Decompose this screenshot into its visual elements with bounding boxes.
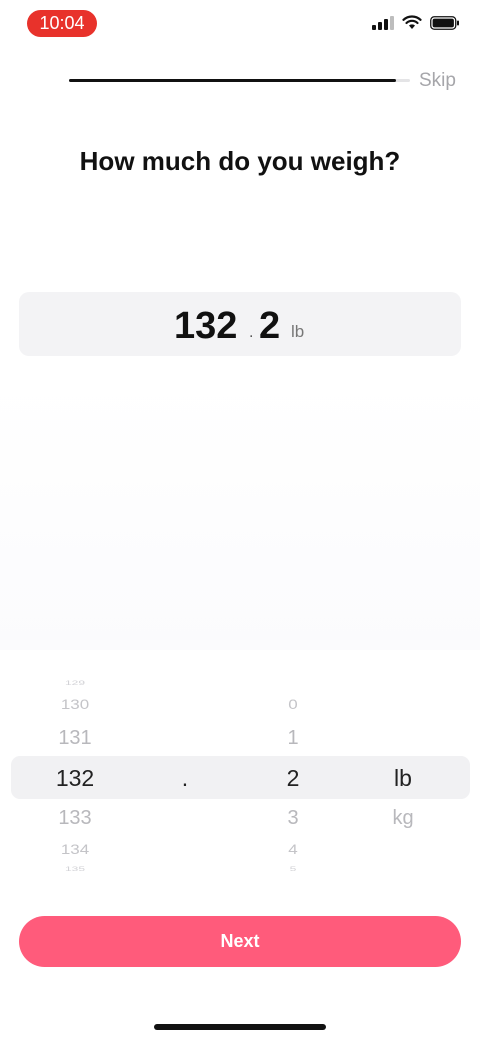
wifi-icon bbox=[402, 15, 422, 30]
home-indicator bbox=[154, 1024, 326, 1030]
weight-value-display[interactable]: 132 . 2 lb bbox=[19, 292, 461, 356]
picker-option[interactable]: 5 bbox=[243, 866, 343, 873]
weight-decimal-point: . bbox=[249, 324, 254, 341]
weight-unit-label: lb bbox=[291, 322, 305, 341]
picker-option[interactable]: 130 bbox=[25, 697, 125, 713]
picker-option[interactable]: 4 bbox=[243, 842, 343, 858]
battery-icon bbox=[430, 15, 460, 30]
picker-option[interactable]: 3 bbox=[243, 807, 343, 830]
onboarding-progress-bar bbox=[69, 79, 410, 82]
skip-button[interactable]: Skip bbox=[419, 70, 456, 92]
status-time: 10:04 bbox=[27, 10, 97, 37]
page-title: How much do you weigh? bbox=[79, 146, 401, 176]
picker-column-separator: . bbox=[160, 670, 210, 880]
weight-whole-value: 132 bbox=[174, 305, 238, 347]
picker-option[interactable]: 1 bbox=[243, 727, 343, 750]
status-bar: 10:04 bbox=[0, 0, 480, 48]
weight-fraction-value: 2 bbox=[259, 305, 281, 347]
next-button[interactable]: Next bbox=[19, 916, 461, 967]
picker-column-whole[interactable]: 129 130 131 132 133 134 135 bbox=[25, 670, 125, 880]
picker-option[interactable]: 129 bbox=[25, 680, 125, 687]
onboarding-progress-fill bbox=[69, 79, 397, 82]
picker-option[interactable]: 135 bbox=[25, 866, 125, 873]
picker-column-unit[interactable]: lb kg bbox=[353, 670, 453, 880]
picker-option-selected[interactable]: 132 bbox=[25, 765, 125, 792]
picker-option[interactable]: 0 bbox=[243, 697, 343, 713]
picker-decimal-point: . bbox=[181, 765, 189, 791]
picker-backdrop bbox=[0, 380, 480, 650]
weight-picker[interactable]: 129 130 131 132 133 134 135 . 0 1 2 3 4 … bbox=[0, 670, 480, 880]
picker-column-fraction[interactable]: 0 1 2 3 4 5 bbox=[243, 670, 343, 880]
picker-option[interactable]: 134 bbox=[25, 842, 125, 858]
picker-option-selected[interactable]: lb bbox=[353, 765, 453, 792]
picker-option[interactable]: 133 bbox=[25, 807, 125, 830]
status-icons bbox=[372, 15, 460, 30]
cellular-signal-icon bbox=[372, 15, 394, 30]
picker-option[interactable]: kg bbox=[353, 807, 453, 830]
picker-option-selected[interactable]: 2 bbox=[243, 765, 343, 792]
picker-option[interactable]: 131 bbox=[25, 727, 125, 750]
